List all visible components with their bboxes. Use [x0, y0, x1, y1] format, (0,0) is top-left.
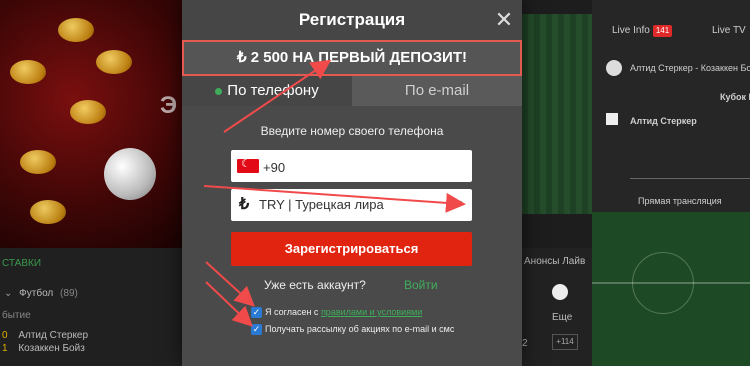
consent-prefix: Я согласен с — [265, 307, 321, 317]
currency-value: TRY | Турецкая лира — [259, 197, 384, 212]
tab-phone-label: По телефону — [227, 82, 319, 99]
tab-phone[interactable]: По телефону — [182, 76, 352, 106]
live-count-badge: 141 — [652, 25, 673, 37]
coin-graphic — [96, 50, 132, 74]
currency-select[interactable]: ₺ TRY | Турецкая лира ▼ — [231, 189, 472, 221]
coin-graphic — [20, 150, 56, 174]
pitch-graphic — [592, 212, 750, 366]
has-account-text: Уже есть аккаунт? — [264, 278, 366, 292]
tournament-label: Кубок Н — [720, 92, 750, 102]
stream-label: Прямая трансляция — [638, 196, 722, 206]
soccer-ball-icon — [606, 60, 622, 76]
bets-header: СТАВКИ — [2, 258, 42, 269]
modal-title: Регистрация — [298, 10, 406, 29]
event-label: бытие — [2, 310, 31, 321]
tab-email[interactable]: По e-mail — [352, 76, 522, 106]
jersey-icon — [606, 113, 618, 125]
newsletter-checkbox[interactable]: ✓ — [251, 324, 262, 335]
odds-value[interactable]: 2 — [522, 338, 528, 349]
more-count-badge[interactable]: +114 — [552, 334, 578, 350]
team-home: Алтид Стеркер — [630, 116, 697, 126]
coin-graphic — [58, 18, 94, 42]
timeline-line — [630, 178, 750, 179]
anons-label: Анонсы Лайв — [524, 256, 586, 267]
turkey-flag-icon[interactable] — [237, 157, 259, 173]
registration-tabs: По телефону По e-mail — [182, 76, 522, 106]
promo-background: Э — [0, 0, 182, 248]
terms-link[interactable]: правилами и условиями — [321, 307, 422, 317]
team-row[interactable]: 1 Козаккен Бойз — [2, 343, 85, 354]
soccer-ball-graphic — [104, 148, 156, 200]
sport-count: (89) — [60, 288, 78, 299]
team-name: Алтид Стеркер — [18, 330, 89, 341]
close-button[interactable]: ✕ — [494, 9, 514, 31]
stadium-graphic — [522, 14, 592, 214]
odds-area: Анонсы Лайв Еще 2 +114 — [522, 248, 592, 366]
team-name: Козаккен Бойз — [18, 343, 85, 354]
promo-partial-text: Э — [160, 92, 178, 119]
coin-graphic — [30, 200, 66, 224]
chevron-down-icon: ▼ — [454, 199, 464, 210]
phone-input[interactable] — [261, 150, 465, 184]
pitch-line — [592, 282, 750, 284]
chevron-down-icon: ⌄ — [4, 288, 13, 299]
tab-label: Live Info — [612, 25, 650, 36]
phone-prompt: Введите номер своего телефона — [260, 124, 444, 138]
coin-graphic — [70, 100, 106, 124]
lira-icon: ₺ — [239, 196, 250, 213]
tab-live-tv[interactable]: Live TV — [712, 18, 746, 44]
team-row[interactable]: 0 Алтид Стеркер — [2, 330, 88, 341]
team-index: 1 — [2, 343, 8, 354]
match-title: Алтид Стеркер - Козаккен Бойз — [630, 63, 750, 73]
bets-list: СТАВКИ ⌄ Футбол (89) бытие 0 Алтид Стерк… — [0, 248, 182, 366]
coin-graphic — [10, 60, 46, 84]
soccer-ball-icon — [552, 284, 568, 300]
tab-live-info[interactable]: Live Info 141 — [612, 18, 673, 44]
terms-checkbox[interactable]: ✓ — [251, 307, 262, 318]
register-button[interactable]: Зарегистрироваться — [231, 232, 472, 266]
more-label: Еще — [552, 312, 573, 323]
deposit-bonus-banner: ₺ 2 500 НА ПЕРВЫЙ ДЕПОЗИТ! — [182, 40, 522, 76]
newsletter-label: Получать рассылку об акциях по e-mail и … — [265, 324, 455, 334]
terms-consent: Я согласен с правилами и условиями — [265, 306, 422, 318]
phone-field[interactable] — [231, 150, 472, 184]
active-dot-icon — [215, 87, 223, 95]
team-index: 0 — [2, 330, 8, 341]
sport-row[interactable]: ⌄ Футбол (89) — [4, 288, 78, 299]
login-link[interactable]: Войти — [404, 278, 438, 292]
sport-name: Футбол — [19, 288, 54, 299]
